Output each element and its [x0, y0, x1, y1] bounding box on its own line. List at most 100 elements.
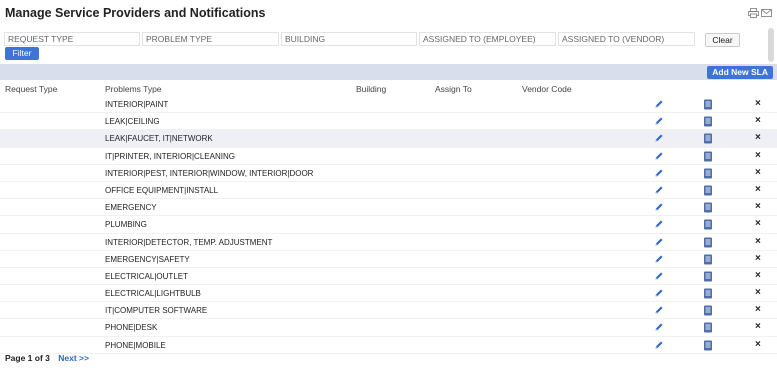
table-row[interactable]: EMERGENCY ×	[0, 199, 777, 217]
document-icon[interactable]	[703, 133, 713, 144]
clear-button[interactable]: Clear	[705, 33, 740, 47]
pencil-icon[interactable]	[654, 99, 664, 109]
close-icon[interactable]: ×	[755, 270, 761, 281]
problem-type-cell: PLUMBING	[105, 220, 147, 230]
pencil-icon[interactable]	[654, 151, 664, 161]
close-icon[interactable]: ×	[755, 201, 761, 212]
problem-type-cell: IT|COMPUTER SOFTWARE	[105, 306, 208, 316]
document-icon[interactable]	[703, 168, 713, 179]
table-row[interactable]: IT|COMPUTER SOFTWARE ×	[0, 302, 777, 320]
table-row[interactable]: EMERGENCY|SAFETY ×	[0, 251, 777, 268]
filter-row: REQUEST TYPE PROBLEM TYPE BUILDING ASSIG…	[4, 32, 704, 46]
page-title: Manage Service Providers and Notificatio…	[5, 6, 266, 20]
close-icon[interactable]: ×	[755, 287, 761, 298]
document-icon[interactable]	[703, 340, 713, 351]
document-icon[interactable]	[703, 254, 713, 265]
document-icon[interactable]	[703, 185, 713, 196]
pencil-icon[interactable]	[654, 340, 664, 350]
toolbar-bar	[0, 64, 777, 80]
pencil-icon[interactable]	[654, 168, 664, 178]
problem-type-cell: ELECTRICAL|OUTLET	[105, 271, 188, 281]
problem-type-cell: INTERIOR|PEST, INTERIOR|WINDOW, INTERIOR…	[105, 168, 314, 178]
scrollbar-thumb[interactable]	[768, 28, 774, 62]
close-icon[interactable]: ×	[755, 98, 761, 109]
pencil-icon[interactable]	[654, 322, 664, 332]
document-icon[interactable]	[703, 116, 713, 127]
pencil-icon[interactable]	[654, 271, 664, 281]
table-row[interactable]: ELECTRICAL|LIGHTBULB ×	[0, 285, 777, 303]
problem-type-cell: LEAK|CEILING	[105, 117, 160, 127]
problem-type-cell: EMERGENCY|SAFETY	[105, 254, 190, 264]
pencil-icon[interactable]	[654, 185, 664, 195]
column-header-vendor-code: Vendor Code	[522, 84, 572, 94]
document-icon[interactable]	[703, 99, 713, 110]
pencil-icon[interactable]	[654, 305, 664, 315]
table-row[interactable]: LEAK|CEILING ×	[0, 113, 777, 131]
problem-type-cell: ELECTRICAL|LIGHTBULB	[105, 289, 201, 299]
table-row[interactable]: ELECTRICAL|OUTLET ×	[0, 268, 777, 286]
close-icon[interactable]: ×	[755, 304, 761, 315]
problem-type-cell: PHONE|DESK	[105, 323, 158, 333]
problem-type-cell: LEAK|FAUCET, IT|NETWORK	[105, 134, 213, 144]
assigned-employee-filter[interactable]: ASSIGNED TO (EMPLOYEE)	[419, 32, 556, 46]
problem-type-cell: INTERIOR|DETECTOR, TEMP. ADJUSTMENT	[105, 237, 273, 247]
pencil-icon[interactable]	[654, 116, 664, 126]
document-icon[interactable]	[703, 322, 713, 333]
table-row[interactable]: PHONE|MOBILE ×	[0, 337, 777, 354]
column-header-request-type: Request Type	[5, 84, 58, 94]
column-header-assign-to: Assign To	[435, 84, 472, 94]
table-row[interactable]: INTERIOR|PEST, INTERIOR|WINDOW, INTERIOR…	[0, 165, 777, 182]
pencil-icon[interactable]	[654, 219, 664, 229]
pagination: Page 1 of 3 Next >>	[5, 353, 89, 363]
column-header-building: Building	[356, 84, 387, 94]
document-icon[interactable]	[703, 219, 713, 230]
close-icon[interactable]: ×	[755, 167, 761, 178]
close-icon[interactable]: ×	[755, 321, 761, 332]
table-row[interactable]: OFFICE EQUIPMENT|INSTALL ×	[0, 182, 777, 200]
table-row[interactable]: PLUMBING ×	[0, 216, 777, 234]
request-type-filter[interactable]: REQUEST TYPE	[4, 32, 140, 46]
pencil-icon[interactable]	[654, 237, 664, 247]
close-icon[interactable]: ×	[755, 150, 761, 161]
table-row[interactable]: INTERIOR|PAINT ×	[0, 96, 777, 114]
problem-type-cell: INTERIOR|PAINT	[105, 100, 169, 109]
pencil-icon[interactable]	[654, 202, 664, 212]
close-icon[interactable]: ×	[755, 184, 761, 195]
problem-type-filter[interactable]: PROBLEM TYPE	[142, 32, 279, 46]
problem-type-cell: EMERGENCY	[105, 203, 157, 213]
page-indicator: Page 1 of 3	[5, 353, 50, 363]
pencil-icon[interactable]	[654, 288, 664, 298]
next-page-link[interactable]: Next >>	[58, 353, 89, 363]
document-icon[interactable]	[703, 288, 713, 299]
table-row[interactable]: LEAK|FAUCET, IT|NETWORK ×	[0, 130, 777, 148]
problem-type-cell: PHONE|MOBILE	[105, 340, 166, 350]
table-row[interactable]: IT|PRINTER, INTERIOR|CLEANING ×	[0, 148, 777, 165]
column-header-problems-type: Problems Type	[105, 84, 162, 94]
pencil-icon[interactable]	[654, 254, 664, 264]
table-row[interactable]: INTERIOR|DETECTOR, TEMP. ADJUSTMENT ×	[0, 234, 777, 251]
close-icon[interactable]: ×	[755, 132, 761, 143]
document-icon[interactable]	[703, 271, 713, 282]
print-icon[interactable]	[748, 8, 759, 18]
table-row[interactable]: PHONE|DESK ×	[0, 319, 777, 337]
sla-table: INTERIOR|PAINT × LEAK|CEILING × LEAK|FAUCET,…	[0, 96, 777, 354]
document-icon[interactable]	[703, 237, 713, 248]
assigned-vendor-filter[interactable]: ASSIGNED TO (VENDOR)	[558, 32, 695, 46]
problem-type-cell: IT|PRINTER, INTERIOR|CLEANING	[105, 151, 235, 161]
filter-button[interactable]: Filter	[5, 47, 39, 60]
close-icon[interactable]: ×	[755, 236, 761, 247]
close-icon[interactable]: ×	[755, 339, 761, 350]
problem-type-cell: OFFICE EQUIPMENT|INSTALL	[105, 185, 219, 195]
document-icon[interactable]	[703, 151, 713, 162]
header-icons	[748, 8, 772, 18]
pencil-icon[interactable]	[654, 133, 664, 143]
close-icon[interactable]: ×	[755, 218, 761, 229]
document-icon[interactable]	[703, 305, 713, 316]
close-icon[interactable]: ×	[755, 253, 761, 264]
building-filter[interactable]: BUILDING	[281, 32, 417, 46]
email-icon[interactable]	[761, 8, 772, 18]
scrollbar[interactable]	[768, 28, 774, 62]
document-icon[interactable]	[703, 202, 713, 213]
add-new-sla-button[interactable]: Add New SLA	[707, 66, 773, 79]
close-icon[interactable]: ×	[755, 115, 761, 126]
